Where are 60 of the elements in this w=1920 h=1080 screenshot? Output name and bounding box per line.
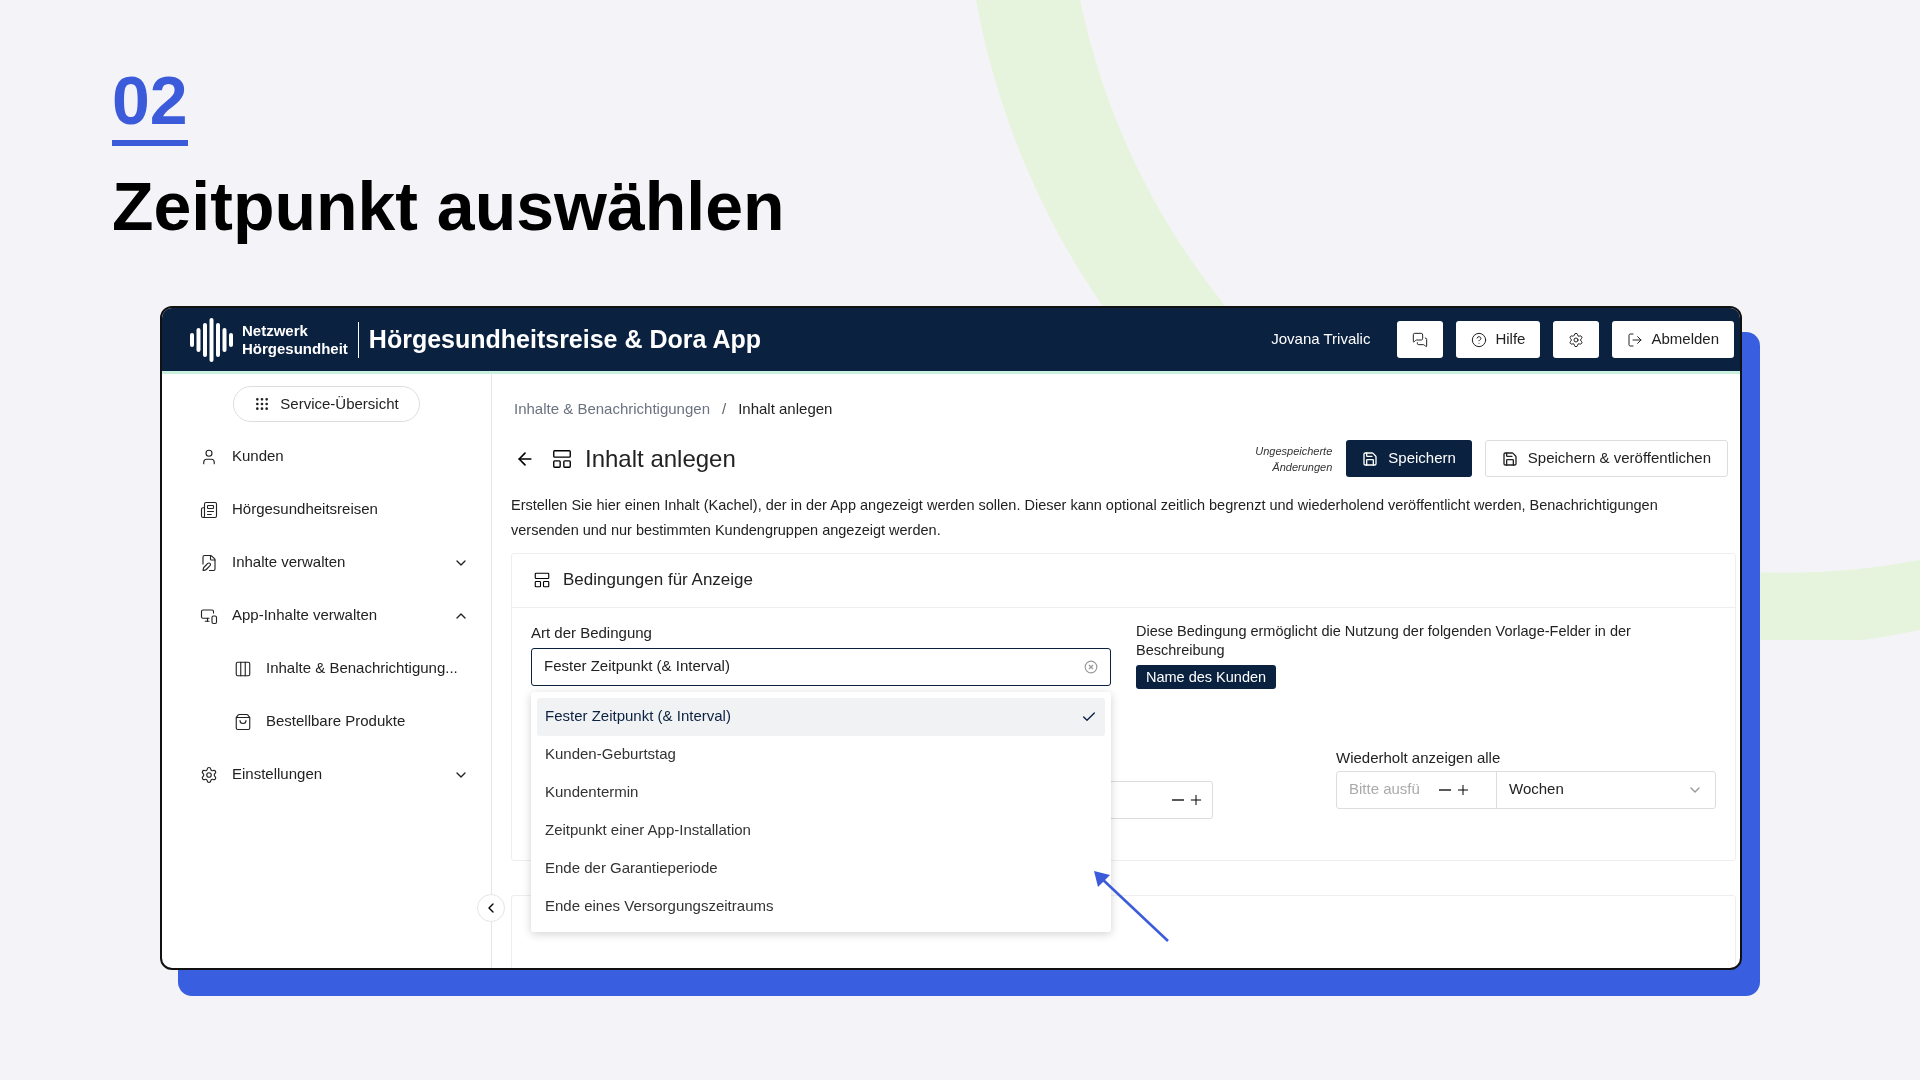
unit-select[interactable]: Wochen — [1497, 771, 1715, 808]
save-icon — [1362, 450, 1379, 467]
save-button[interactable]: Speichern — [1346, 440, 1472, 477]
sidebar-item[interactable]: Bestellbare Produkte — [162, 695, 491, 748]
page-description: Erstellen Sie hier einen Inhalt (Kachel), der in der App angezeigt werden sollen. Dieser kann optional zeitlich begrenzt und wiederholend veröffentlicht werden, Benachrichtigungen versenden und nur bestimmten Kundengruppen angezeigt werden. — [511, 495, 1659, 540]
dropdown-option[interactable]: Zeitpunkt einer App-Installation — [537, 811, 1105, 850]
minus-icon — [1439, 788, 1451, 791]
dropdown-option[interactable]: Kundentermin — [537, 773, 1105, 812]
breadcrumb-separator: / — [722, 399, 727, 419]
settings-icon — [1568, 331, 1585, 348]
user-icon — [200, 447, 218, 466]
sidebar-item[interactable]: Inhalte verwalten — [162, 536, 491, 589]
clear-icon — [1084, 659, 1098, 674]
logout-icon — [1627, 331, 1644, 348]
bag-icon — [234, 712, 252, 731]
slide-title: Zeitpunkt auswählen — [112, 167, 786, 246]
chat-button[interactable] — [1397, 321, 1444, 358]
dropdown-option[interactable]: Fester Zeitpunkt (& Interval) — [537, 697, 1105, 736]
unsaved-note: Ungespeicherte Änderungen — [1254, 443, 1333, 475]
brand-name: Netzwerk — [242, 321, 309, 340]
field-label: Art der Bedingung — [531, 622, 653, 643]
condition-select[interactable]: Fester Zeitpunkt (& Interval) — [531, 647, 1111, 686]
minus-icon — [1172, 798, 1184, 801]
settings-icon — [200, 765, 218, 784]
save-icon — [1501, 450, 1518, 467]
user-name: Jovana Trivalic — [1271, 329, 1371, 350]
cards-icon — [234, 659, 252, 678]
settings-button[interactable] — [1553, 321, 1600, 358]
sidebar-item[interactable]: Einstellungen — [162, 748, 491, 801]
dropdown-option[interactable]: Kunden-Geburtstag — [537, 735, 1105, 774]
collapse-sidebar-button[interactable] — [477, 894, 505, 922]
calendar-card-icon — [533, 571, 551, 589]
breadcrumb-link[interactable]: Inhalt anlegen — [738, 398, 833, 421]
grid-dots-icon — [254, 396, 271, 412]
help-button[interactable]: Hilfe — [1456, 321, 1541, 358]
dropdown-option[interactable]: Ende eines Versorgungszeitraums — [537, 887, 1105, 926]
sidebar-item[interactable]: Kunden — [162, 430, 491, 483]
template-field-tag: Name des Kunden — [1136, 664, 1277, 689]
sidebar-item[interactable]: App-Inhalte verwalten — [162, 589, 491, 642]
chat-icon — [1412, 331, 1429, 348]
slide-number: 02 — [112, 64, 188, 146]
app-title: Hörgesundheitsreise & Dora App — [368, 323, 762, 355]
devices-icon — [200, 606, 218, 625]
help-icon — [1471, 331, 1488, 348]
brand-name: Hörgesundheit — [242, 339, 348, 358]
sidebar-item[interactable]: Inhalte & Benachrichtigung... — [162, 642, 491, 695]
sidebar-item[interactable]: Hörgesundheitsreisen — [162, 483, 491, 536]
breadcrumb-link[interactable]: Inhalte & Benachrichtigungen — [514, 398, 710, 421]
repeat-number-input[interactable]: Bitte ausfü — [1349, 778, 1439, 801]
card-title: Bedingungen für Anzeige — [563, 569, 753, 592]
save-publish-button[interactable]: Speichern & veröffentlichen — [1484, 440, 1728, 477]
logout-button[interactable]: Abmelden — [1612, 321, 1734, 358]
layout-add-icon — [551, 447, 573, 470]
file-edit-icon — [200, 553, 218, 572]
page-title: Inhalt anlegen — [585, 443, 736, 474]
list-card-icon — [200, 500, 218, 519]
template-info: Diese Bedingung ermöglicht die Nutzung der folgenden Vorlage-Felder in der Beschreibung — [1136, 621, 1632, 660]
dropdown-option[interactable]: Ende der Garantieperiode — [537, 849, 1105, 888]
sound-wave-logo-icon — [188, 316, 236, 363]
field-label: Wiederholt anzeigen alle — [1336, 747, 1502, 768]
